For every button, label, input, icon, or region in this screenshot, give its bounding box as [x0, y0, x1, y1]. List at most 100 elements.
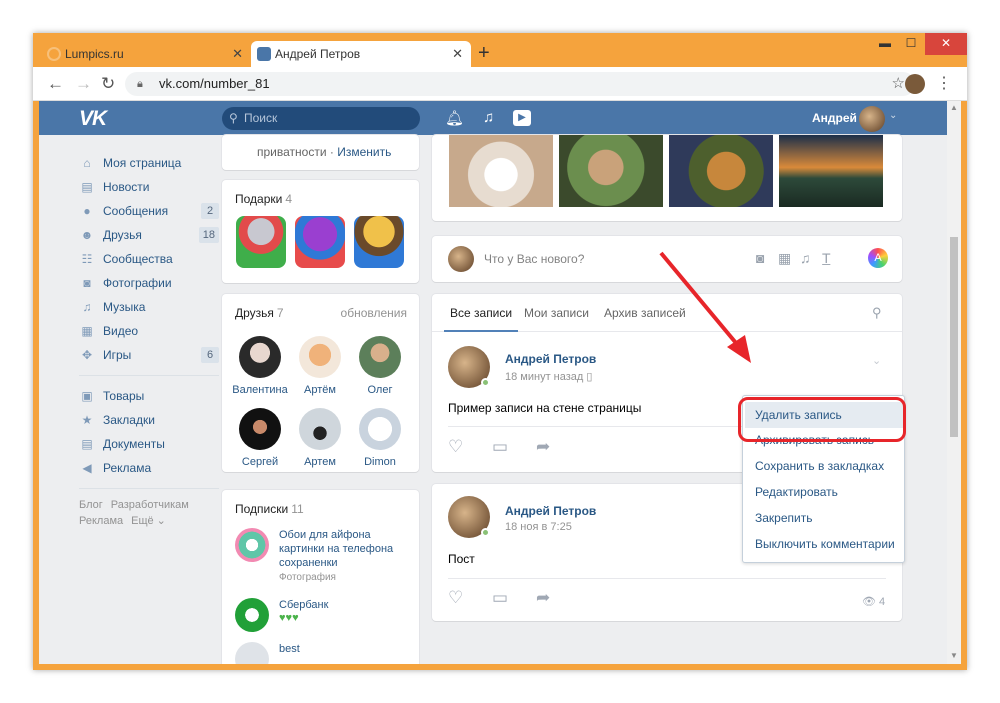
sidebar-item-documents[interactable]: ▤ Документы [79, 432, 219, 456]
friend-item[interactable]: Сергей [230, 408, 290, 468]
sidebar-item-camera[interactable]: ◙ Фотографии [79, 271, 219, 295]
video-icon[interactable]: ▦ [778, 250, 791, 267]
header-avatar[interactable] [859, 106, 885, 132]
menu-item-disable-comments[interactable]: Выключить комментарии [755, 537, 895, 551]
close-tab-icon[interactable]: ✕ [232, 41, 243, 67]
gifts-card: Подарки 4 [222, 180, 419, 283]
friends-title[interactable]: Друзья 7 [235, 306, 284, 320]
photo-thumbnail[interactable] [449, 135, 553, 207]
tab-my-posts[interactable]: Мои записи [524, 306, 589, 320]
menu-dots-icon[interactable]: ⋮ [936, 73, 952, 93]
sidebar-item-label: Новости [103, 180, 150, 194]
notifications-bell-icon[interactable]: 🔔︎ [445, 109, 464, 127]
sidebar-item-video[interactable]: ▦ Видео [79, 319, 219, 343]
comment-icon[interactable]: ▭ [492, 588, 508, 608]
post-author[interactable]: Андрей Петров [505, 352, 596, 366]
close-window-icon[interactable]: ✕ [925, 33, 967, 55]
menu-item-pin[interactable]: Закрепить [755, 511, 812, 525]
forward-icon[interactable]: → [75, 74, 92, 94]
subscriptions-title[interactable]: Подписки 11 [235, 502, 304, 516]
music-icon[interactable]: ♫ [800, 250, 811, 266]
menu-item-edit[interactable]: Редактировать [755, 485, 838, 499]
new-post-placeholder[interactable]: Что у Вас нового? [484, 252, 584, 266]
subscription-item[interactable]: Сбербанк ♥♥♥ [235, 598, 410, 634]
footer-link-ads[interactable]: Реклама [79, 515, 123, 527]
close-tab-icon[interactable]: ✕ [452, 41, 463, 67]
search-icon[interactable]: ⚲ [872, 305, 882, 321]
new-post-box[interactable]: Что у Вас нового? ◙ ▦ ♫ T̲ A [432, 236, 902, 282]
friend-item[interactable]: Dimon [350, 408, 410, 468]
scroll-thumb[interactable] [950, 237, 958, 437]
photo-thumbnail[interactable] [559, 135, 663, 207]
sidebar-item-ads[interactable]: ◀ Реклама [79, 456, 219, 480]
gift-image[interactable] [295, 216, 345, 268]
scroll-down-icon[interactable]: ▼ [950, 651, 958, 660]
subscription-item[interactable]: best [235, 642, 410, 664]
friend-name: Олег [367, 384, 393, 396]
attach-icon[interactable]: A [868, 248, 888, 268]
photo-thumbnail[interactable] [779, 135, 883, 207]
sidebar-item-friends[interactable]: ☻ Друзья 18 [79, 223, 219, 247]
sidebar-item-bookmarks[interactable]: ★ Закладки [79, 408, 219, 432]
footer-link-developers[interactable]: Разработчикам [111, 499, 189, 511]
tab-archive[interactable]: Архив записей [604, 306, 686, 320]
sidebar-item-news[interactable]: ▤ Новости [79, 175, 219, 199]
friend-item[interactable]: Валентина [230, 336, 290, 396]
chevron-down-icon[interactable]: ⌄ [889, 110, 897, 121]
gift-image[interactable] [354, 216, 404, 268]
scroll-up-icon[interactable]: ▲ [950, 103, 958, 112]
footer-link-more[interactable]: Ещё ⌄ [131, 515, 166, 527]
sidebar-item-home[interactable]: ⌂ Моя страница [79, 151, 219, 175]
subscription-name: Сбербанк [279, 599, 329, 611]
sidebar-item-label: Фотографии [103, 276, 172, 290]
tab-all-posts[interactable]: Все записи [443, 306, 519, 332]
reload-icon[interactable]: ↻ [101, 74, 115, 94]
bookmark-star-icon[interactable]: ☆ [892, 72, 905, 96]
views-count: 👁︎ 4 [862, 595, 885, 608]
camera-icon[interactable]: ◙ [756, 250, 764, 266]
profile-avatar[interactable] [905, 74, 925, 94]
like-icon[interactable]: ♡ [448, 437, 463, 457]
photos-card [432, 135, 902, 221]
search-input[interactable]: ⚲ Поиск [222, 107, 420, 130]
maximize-icon[interactable]: ☐ [899, 33, 923, 55]
post-menu-chevron-icon[interactable]: ⌄ [872, 354, 881, 367]
sidebar-item-messages[interactable]: ● Сообщения 2 [79, 199, 219, 223]
share-icon[interactable]: ➦ [536, 437, 550, 457]
music-icon[interactable]: ♫ [483, 109, 494, 126]
play-icon[interactable]: ▶ [513, 110, 531, 126]
subscription-item[interactable]: Обои для айфона картинки на телефона сох… [235, 528, 410, 584]
sidebar-item-communities[interactable]: ☷ Сообщества [79, 247, 219, 271]
post-time[interactable]: 18 минут назад ▯ [505, 370, 592, 383]
tab-andrey[interactable]: Андрей Петров ✕ [251, 41, 471, 67]
comment-icon[interactable]: ▭ [492, 437, 508, 457]
photo-thumbnail[interactable] [669, 135, 773, 207]
url-field[interactable]: 🔒︎ vk.com/number_81 ☆ [125, 72, 915, 96]
share-icon[interactable]: ➦ [536, 588, 550, 608]
new-tab-button[interactable]: + [478, 42, 490, 65]
friend-item[interactable]: Артём [290, 336, 350, 396]
sidebar-item-music[interactable]: ♫ Музыка [79, 295, 219, 319]
friends-updates-link[interactable]: обновления [341, 306, 407, 320]
friend-item[interactable]: Олег [350, 336, 410, 396]
back-icon[interactable]: ← [47, 74, 64, 94]
gifts-title[interactable]: Подарки 4 [235, 192, 292, 206]
header-user-name[interactable]: Андрей [812, 111, 857, 125]
friend-item[interactable]: Артем [290, 408, 350, 468]
text-format-icon[interactable]: T̲ [822, 250, 831, 266]
minimize-icon[interactable]: ▬ [873, 33, 897, 55]
vk-logo[interactable]: VK [79, 107, 107, 131]
sidebar-item-games[interactable]: ✥ Игры 6 [79, 343, 219, 367]
menu-item-bookmark[interactable]: Сохранить в закладках [755, 459, 884, 473]
sidebar-item-label: Друзья [103, 228, 142, 242]
tab-lumpics[interactable]: Lumpics.ru ✕ [41, 41, 251, 67]
sidebar-item-label: Сообщения [103, 204, 169, 218]
post-time[interactable]: 18 ноя в 7:25 [505, 521, 572, 533]
scrollbar[interactable]: ▲ ▼ [947, 101, 961, 664]
gift-image[interactable] [236, 216, 286, 268]
post-author[interactable]: Андрей Петров [505, 504, 596, 518]
like-icon[interactable]: ♡ [448, 588, 463, 608]
footer-link-blog[interactable]: Блог [79, 499, 103, 511]
sidebar-item-goods[interactable]: ▣ Товары [79, 384, 219, 408]
privacy-change-link[interactable]: Изменить [337, 145, 391, 159]
